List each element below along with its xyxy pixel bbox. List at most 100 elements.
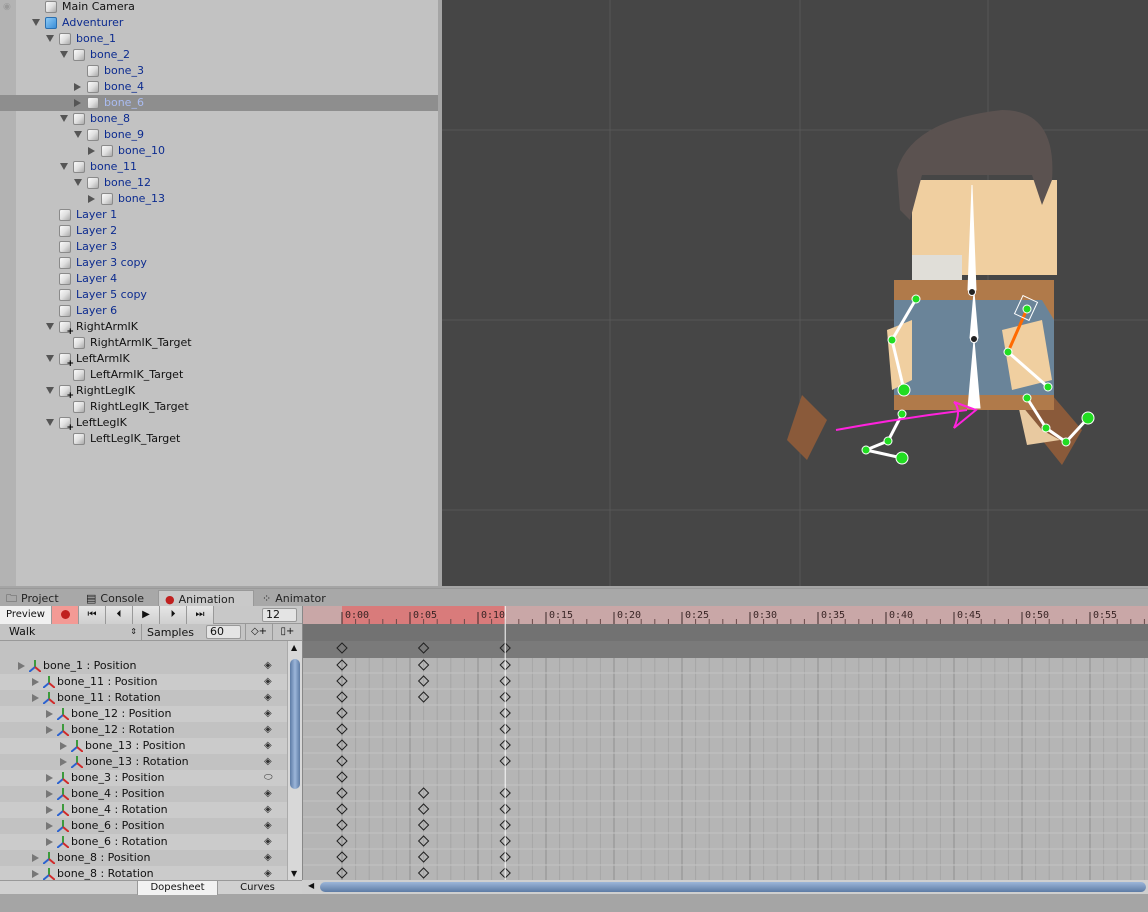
hierarchy-item[interactable]: bone_6 xyxy=(0,95,438,111)
hierarchy-item[interactable]: + LeftLegIK xyxy=(0,415,438,433)
hierarchy-item[interactable]: + LeftArmIK xyxy=(0,351,438,369)
hierarchy-item[interactable]: bone_9 xyxy=(0,127,438,143)
expanded-arrow-icon[interactable] xyxy=(60,51,68,58)
add-event-button[interactable]: ▯+ xyxy=(272,624,302,641)
next-key-button[interactable]: ⏵ xyxy=(160,606,187,624)
expanded-arrow-icon[interactable] xyxy=(46,387,54,394)
tab-animator[interactable]: ⁘ Animator xyxy=(256,590,336,607)
record-button[interactable] xyxy=(52,606,79,624)
keyframe-toggle-icon[interactable]: ◈ xyxy=(264,754,272,770)
samples-field[interactable]: 60 xyxy=(206,625,241,639)
hierarchy-item[interactable]: Adventurer xyxy=(0,15,438,31)
hierarchy-item[interactable]: LeftArmIK_Target xyxy=(0,367,438,383)
collapsed-arrow-icon[interactable] xyxy=(32,870,39,878)
tab-console[interactable]: ▤ Console xyxy=(80,590,155,607)
hierarchy-item[interactable]: bone_8 xyxy=(0,111,438,127)
hierarchy-item[interactable]: + RightLegIK xyxy=(0,383,438,401)
property-row[interactable]: bone_4 : Rotation ◈ xyxy=(0,802,287,818)
keyframe-toggle-icon[interactable]: ◈ xyxy=(264,706,272,722)
keyframe-toggle-icon[interactable]: ◈ xyxy=(264,722,272,738)
hierarchy-item[interactable]: Layer 3 xyxy=(0,239,438,255)
collapsed-arrow-icon[interactable] xyxy=(32,854,39,862)
hierarchy-item[interactable]: RightLegIK_Target xyxy=(0,399,438,415)
prev-key-button[interactable]: ⏴ xyxy=(106,606,133,624)
keyframe-toggle-icon[interactable]: ◈ xyxy=(264,690,272,706)
expanded-arrow-icon[interactable] xyxy=(60,115,68,122)
dopesheet-tab[interactable]: Dopesheet xyxy=(137,881,217,895)
property-row[interactable]: bone_11 : Rotation ◈ xyxy=(0,690,287,706)
collapsed-arrow-icon[interactable] xyxy=(46,822,53,830)
hierarchy-item[interactable]: + RightArmIK xyxy=(0,319,438,337)
last-key-button[interactable]: ⏭ xyxy=(187,606,214,624)
dopesheet-timeline[interactable]: 0:00 0:05 0:10 0:15 0:20 0:25 0:30 0:35 0:40 0:45… xyxy=(302,606,1148,894)
frame-field[interactable]: 12 xyxy=(262,608,297,622)
property-row[interactable]: bone_12 : Position ◈ xyxy=(0,706,287,722)
tab-animation[interactable]: ● Animation xyxy=(158,590,254,607)
collapsed-arrow-icon[interactable] xyxy=(46,710,53,718)
keyframe-toggle-icon[interactable]: ◈ xyxy=(264,786,272,802)
keyframe-toggle-icon[interactable]: ◈ xyxy=(264,674,272,690)
scroll-up-icon[interactable]: ▲ xyxy=(291,643,297,652)
character-sprite[interactable] xyxy=(787,110,1082,465)
expanded-arrow-icon[interactable] xyxy=(74,179,82,186)
hierarchy-item[interactable]: Layer 6 xyxy=(0,303,438,319)
scroll-thumb[interactable] xyxy=(290,659,300,789)
hierarchy-item[interactable]: RightArmIK_Target xyxy=(0,335,438,351)
scene-canvas[interactable] xyxy=(442,0,1148,586)
property-row[interactable]: bone_1 : Position ◈ xyxy=(0,658,287,674)
hierarchy-item[interactable]: bone_3 xyxy=(0,63,438,79)
property-scrollbar[interactable]: ▲ ▼ xyxy=(287,641,302,880)
keyframe-toggle-icon[interactable]: ◈ xyxy=(264,658,272,674)
collapsed-arrow-icon[interactable] xyxy=(74,83,81,91)
clip-dropdown[interactable]: Walk ⇕ xyxy=(0,624,142,641)
property-row[interactable]: bone_11 : Position ◈ xyxy=(0,674,287,690)
play-button[interactable]: ▶ xyxy=(133,606,160,624)
property-row[interactable]: bone_6 : Position ◈ xyxy=(0,818,287,834)
collapsed-arrow-icon[interactable] xyxy=(60,742,67,750)
collapsed-arrow-icon[interactable] xyxy=(32,694,39,702)
hierarchy-item[interactable]: bone_12 xyxy=(0,175,438,191)
hierarchy-item[interactable]: Main Camera xyxy=(0,0,438,15)
keyframe-toggle-icon[interactable]: ◈ xyxy=(264,802,272,818)
expanded-arrow-icon[interactable] xyxy=(46,419,54,426)
collapsed-arrow-icon[interactable] xyxy=(60,758,67,766)
keyframe-toggle-icon[interactable]: ◈ xyxy=(264,818,272,834)
scroll-down-icon[interactable]: ▼ xyxy=(291,869,297,878)
property-row[interactable]: bone_13 : Position ◈ xyxy=(0,738,287,754)
expanded-arrow-icon[interactable] xyxy=(32,19,40,26)
collapsed-arrow-icon[interactable] xyxy=(46,838,53,846)
hierarchy-item[interactable]: bone_1 xyxy=(0,31,438,47)
hierarchy-item[interactable]: Layer 2 xyxy=(0,223,438,239)
property-row[interactable]: bone_8 : Rotation ◈ xyxy=(0,866,287,880)
hierarchy-item[interactable]: Layer 1 xyxy=(0,207,438,223)
scroll-left-icon[interactable]: ◀ xyxy=(308,881,314,890)
keyframe-toggle-icon[interactable]: ◈ xyxy=(264,850,272,866)
keyframe-toggle-icon[interactable]: ◈ xyxy=(264,866,272,880)
collapsed-arrow-icon[interactable] xyxy=(46,726,53,734)
property-row[interactable]: bone_8 : Position ◈ xyxy=(0,850,287,866)
hierarchy-item[interactable]: bone_2 xyxy=(0,47,438,63)
add-keyframe-button[interactable]: ◇+ xyxy=(245,624,272,641)
keyframe-toggle-icon[interactable]: ◈ xyxy=(264,834,272,850)
tab-project[interactable]: 🗀 Project xyxy=(0,590,75,607)
first-key-button[interactable]: ⏮ xyxy=(79,606,106,624)
collapsed-arrow-icon[interactable] xyxy=(46,790,53,798)
expanded-arrow-icon[interactable] xyxy=(46,35,54,42)
keyframe-toggle-icon[interactable]: ◈ xyxy=(264,738,272,754)
event-track[interactable] xyxy=(303,624,1148,641)
property-row[interactable]: bone_3 : Position ⬭ xyxy=(0,770,287,786)
key-area[interactable] xyxy=(303,658,1148,894)
collapsed-arrow-icon[interactable] xyxy=(46,806,53,814)
collapsed-arrow-icon[interactable] xyxy=(46,774,53,782)
expanded-arrow-icon[interactable] xyxy=(74,131,82,138)
hierarchy-item[interactable]: bone_11 xyxy=(0,159,438,175)
collapsed-arrow-icon[interactable] xyxy=(74,99,81,107)
timeline-scrollbar[interactable]: ◀ xyxy=(302,880,1148,894)
collapsed-arrow-icon[interactable] xyxy=(32,678,39,686)
property-row[interactable]: bone_12 : Rotation ◈ xyxy=(0,722,287,738)
key-indicator-icon[interactable]: ⬭ xyxy=(264,770,273,786)
property-row[interactable]: bone_4 : Position ◈ xyxy=(0,786,287,802)
collapsed-arrow-icon[interactable] xyxy=(18,662,25,670)
scroll-thumb[interactable] xyxy=(320,882,1146,892)
hierarchy-item[interactable]: Layer 3 copy xyxy=(0,255,438,271)
